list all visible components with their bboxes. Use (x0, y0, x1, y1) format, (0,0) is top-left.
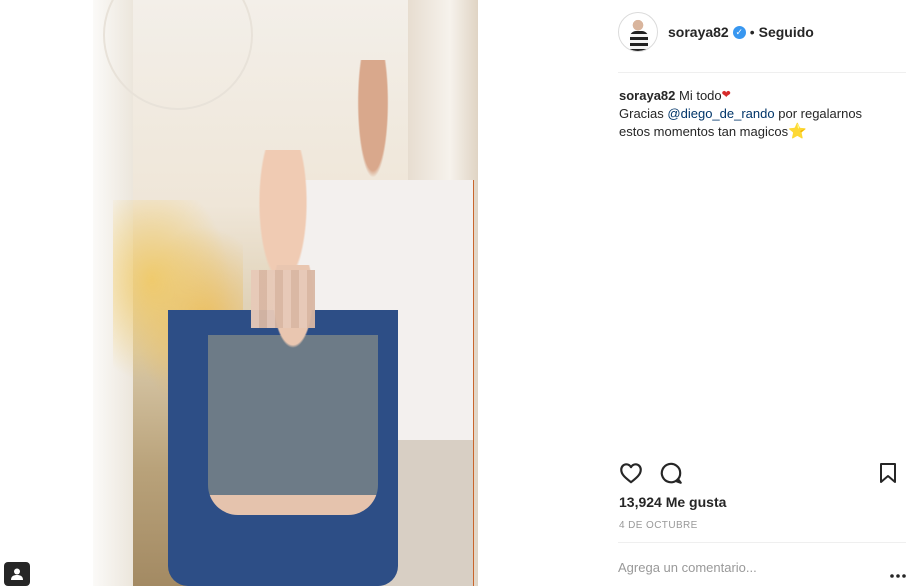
like-count[interactable]: 13,924 Me gusta (619, 494, 726, 510)
header-divider (618, 72, 906, 73)
user-silhouette-icon (11, 568, 23, 580)
header-meta: soraya82 ✓ • Seguido (668, 24, 814, 40)
caption-text-1: Mi todo (679, 88, 722, 103)
post-photo[interactable] (93, 0, 478, 586)
avatar[interactable] (618, 12, 658, 52)
post-header: soraya82 ✓ • Seguido (618, 12, 814, 52)
caption-line-3-text: estos momentos tan magicos (619, 124, 789, 139)
user-tag-icon[interactable] (4, 562, 30, 586)
caption-username-link[interactable]: soraya82 (619, 88, 675, 103)
caption-line-2: Gracias @diego_de_rando por regalarnos (619, 105, 899, 123)
caption-line-1: soraya82 Mi todo❤ (619, 86, 899, 105)
post-actions (618, 460, 908, 488)
heart-icon[interactable] (618, 460, 646, 488)
caption-gracias: Gracias (619, 106, 664, 121)
more-options-icon[interactable] (890, 566, 906, 578)
photo-pixelated-face (251, 270, 315, 328)
caption-line-3: estos momentos tan magicos⭐ (619, 123, 899, 141)
follow-status-button[interactable]: Seguido (759, 24, 814, 40)
verified-badge-icon: ✓ (732, 25, 746, 39)
post-date[interactable]: 4 DE OCTUBRE (619, 520, 698, 531)
post-details-panel: soraya82 ✓ • Seguido soraya82 Mi todo❤ G… (478, 0, 911, 586)
comment-icon[interactable] (658, 460, 686, 488)
red-heart-emoji-icon: ❤ (721, 89, 731, 101)
separator-dot: • (749, 24, 755, 40)
star-emoji-icon: ⭐ (788, 123, 807, 140)
comment-input[interactable] (618, 556, 868, 578)
caption: soraya82 Mi todo❤ Gracias @diego_de_rand… (619, 86, 899, 141)
caption-line-2-rest: por regalarnos (778, 106, 863, 121)
mention-link[interactable]: @diego_de_rando (667, 106, 774, 121)
bookmark-icon[interactable] (876, 460, 904, 488)
username-link[interactable]: soraya82 (668, 24, 729, 40)
comment-divider (618, 542, 906, 543)
